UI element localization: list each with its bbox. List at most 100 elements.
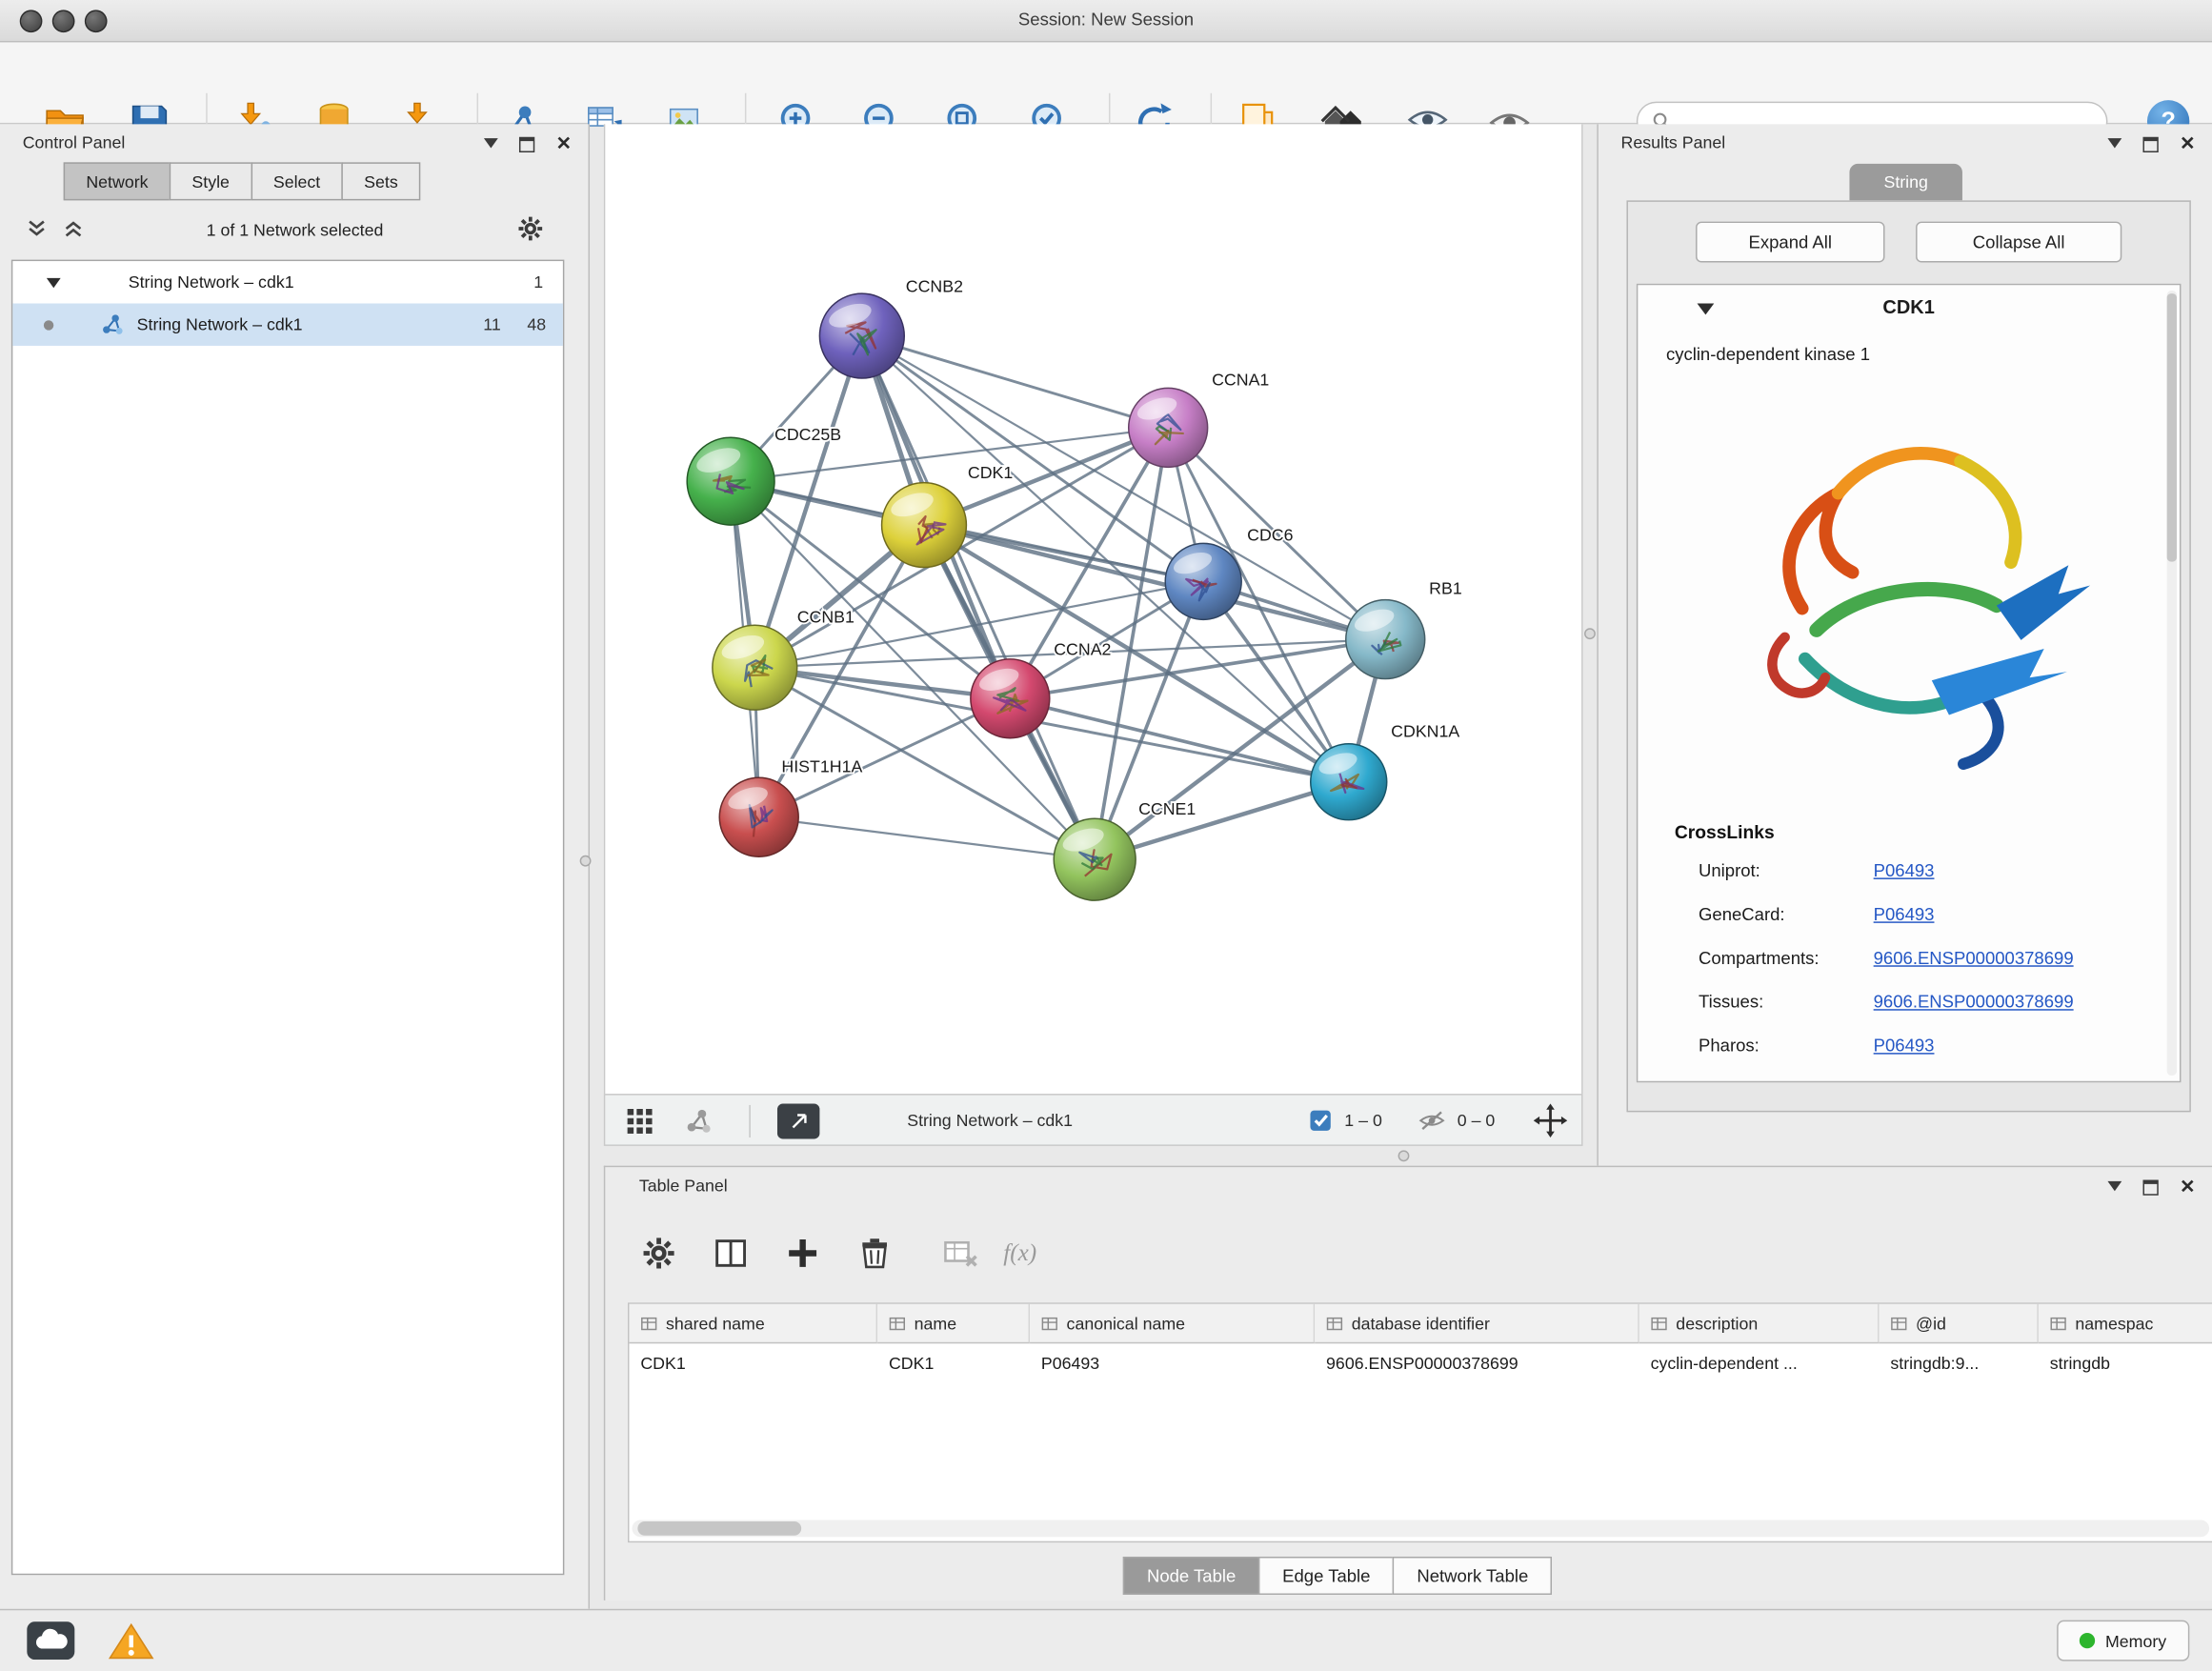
delete-column-button[interactable]	[851, 1229, 898, 1277]
memory-button[interactable]: Memory	[2057, 1621, 2189, 1661]
pan-crosshair-icon[interactable]	[1534, 1103, 1568, 1141]
title-bar: Session: New Session	[0, 0, 2212, 42]
tab-edge-table[interactable]: Edge Table	[1258, 1557, 1395, 1595]
node-HIST1H1A[interactable]: HIST1H1A	[719, 756, 862, 856]
node-label-CDC25B: CDC25B	[774, 425, 841, 444]
column-header[interactable]: database identifier	[1315, 1304, 1639, 1343]
network-view[interactable]: CCNB2CCNA1CDC25BCDK1CDC6RB1CCNB1CCNA2CDK…	[604, 124, 1583, 1094]
column-icon	[1890, 1315, 1907, 1332]
crosslink-link[interactable]: P06493	[1874, 905, 1935, 925]
columns-icon	[713, 1235, 750, 1272]
warnings-button[interactable]	[108, 1621, 155, 1665]
crosslink-link[interactable]: 9606.ENSP00000378699	[1874, 992, 2074, 1012]
node-CCNB2[interactable]: CCNB2	[819, 277, 963, 378]
float-panel-icon[interactable]	[519, 136, 534, 151]
cloud-button[interactable]	[26, 1621, 76, 1663]
edge-CCNB2-CCNE1	[862, 336, 1095, 860]
network-graph[interactable]: CCNB2CCNA1CDC25BCDK1CDC6RB1CCNB1CCNA2CDK…	[605, 124, 1584, 1094]
column-label: namespac	[2075, 1313, 2153, 1333]
close-panel-icon[interactable]: ✕	[2180, 1177, 2195, 1197]
network-collection-row[interactable]: String Network – cdk1 1	[12, 261, 563, 303]
column-icon	[1326, 1315, 1343, 1332]
node-label-CDKN1A: CDKN1A	[1391, 721, 1459, 740]
crosslink-row: GeneCard:P06493	[1699, 905, 1934, 925]
control-panel-tabs: Network Style Select Sets	[65, 162, 420, 200]
tab-network-table[interactable]: Network Table	[1393, 1557, 1552, 1595]
column-header[interactable]: name	[877, 1304, 1030, 1343]
horizontal-scrollbar[interactable]	[632, 1520, 2209, 1537]
tab-node-table[interactable]: Node Table	[1123, 1557, 1260, 1595]
grid-view-icon[interactable]	[625, 1106, 654, 1140]
column-icon	[2050, 1315, 2067, 1332]
current-network-indicator	[44, 320, 53, 330]
splitter-handle[interactable]	[1584, 628, 1596, 639]
protein-structure-image	[1716, 393, 2105, 810]
detach-view-button[interactable]	[777, 1103, 819, 1138]
hidden-counts: 0 – 0	[1458, 1111, 1496, 1131]
expand-all-button[interactable]: Expand All	[1696, 222, 1884, 263]
close-panel-icon[interactable]: ✕	[2180, 134, 2195, 154]
column-header[interactable]: namespac	[2039, 1304, 2212, 1343]
network-row[interactable]: String Network – cdk1 11 48	[12, 304, 563, 346]
node-RB1[interactable]: RB1	[1346, 579, 1462, 679]
crosslink-link[interactable]: P06493	[1874, 1036, 1935, 1056]
tab-network[interactable]: Network	[64, 162, 171, 200]
table-settings-button[interactable]	[634, 1229, 682, 1277]
collapse-panel-icon[interactable]	[2108, 1181, 2122, 1198]
collapse-panel-icon[interactable]	[2108, 138, 2122, 155]
tree-expand-icon[interactable]	[47, 278, 61, 295]
edge-layer	[731, 336, 1385, 860]
cloud-icon	[26, 1621, 76, 1660]
node-CCNB1[interactable]: CCNB1	[713, 607, 855, 710]
fx-icon: f(x)	[1003, 1239, 1036, 1268]
delete-table-button[interactable]	[936, 1229, 984, 1277]
float-panel-icon[interactable]	[2143, 136, 2159, 151]
column-label: @id	[1916, 1313, 1946, 1333]
close-panel-icon[interactable]: ✕	[556, 134, 572, 154]
node-label-CCNB1: CCNB1	[797, 607, 855, 626]
collapse-all-icon[interactable]	[26, 217, 49, 244]
expand-all-icon[interactable]	[62, 217, 85, 244]
collapse-panel-icon[interactable]	[484, 138, 498, 155]
crosslink-link[interactable]: P06493	[1874, 861, 1935, 881]
column-header[interactable]: @id	[1880, 1304, 2039, 1343]
node-label-CCNE1: CCNE1	[1138, 799, 1196, 818]
results-panel-title: Results Panel	[1621, 132, 1726, 152]
node-label-RB1: RB1	[1429, 579, 1462, 598]
string-network-icon	[100, 312, 126, 341]
node-CCNA1[interactable]: CCNA1	[1129, 370, 1270, 467]
network-view-icon[interactable]	[684, 1106, 714, 1140]
crosslink-label: Compartments:	[1699, 949, 1874, 969]
plus-icon	[784, 1235, 821, 1272]
crosslink-label: GeneCard:	[1699, 905, 1874, 925]
cell-database-identifier: 9606.ENSP00000378699	[1315, 1343, 1639, 1382]
string-results-container: Expand All Collapse All CDK1 cyclin-depe…	[1626, 200, 2190, 1112]
table-header-row: shared name name canonical name database…	[629, 1304, 2212, 1343]
tab-style[interactable]: Style	[170, 162, 252, 200]
create-column-button[interactable]	[778, 1229, 826, 1277]
tab-string[interactable]: String	[1849, 164, 1961, 201]
tab-select[interactable]: Select	[251, 162, 343, 200]
gear-icon[interactable]	[516, 214, 545, 247]
node-CDK1[interactable]: CDK1	[882, 463, 1014, 567]
float-panel-icon[interactable]	[2143, 1179, 2159, 1195]
collapse-all-button[interactable]: Collapse All	[1916, 222, 2122, 263]
scrollbar[interactable]	[2167, 291, 2177, 1076]
function-builder-button[interactable]: f(x)	[996, 1229, 1044, 1277]
splitter-handle[interactable]	[580, 856, 592, 867]
crosslink-link[interactable]: 9606.ENSP00000378699	[1874, 949, 2074, 969]
node-label-CCNB2: CCNB2	[906, 277, 963, 296]
column-header[interactable]: shared name	[629, 1304, 877, 1343]
splitter-handle[interactable]	[1398, 1150, 1410, 1161]
crosslink-row: Uniprot:P06493	[1699, 861, 1934, 881]
tab-sets[interactable]: Sets	[341, 162, 420, 200]
hidden-eye-icon[interactable]	[1418, 1108, 1446, 1137]
column-header[interactable]: description	[1639, 1304, 1880, 1343]
selected-checkbox-icon[interactable]	[1308, 1108, 1334, 1137]
table-row[interactable]: CDK1 CDK1 P06493 9606.ENSP00000378699 cy…	[629, 1343, 2212, 1382]
control-panel: Control Panel ✕ Network Style Select Set…	[0, 124, 590, 1608]
show-columns-button[interactable]	[707, 1229, 754, 1277]
cell-canonical-name: P06493	[1030, 1343, 1315, 1382]
column-header[interactable]: canonical name	[1030, 1304, 1315, 1343]
node-CDKN1A[interactable]: CDKN1A	[1311, 721, 1460, 819]
